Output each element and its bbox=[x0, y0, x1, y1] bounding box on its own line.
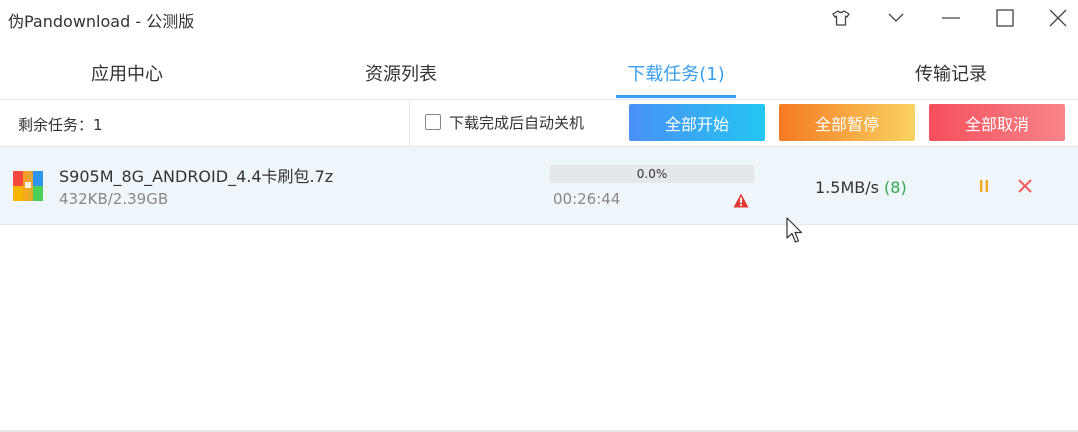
tshirt-icon[interactable] bbox=[825, 4, 857, 32]
tab-resource-list[interactable]: 资源列表 bbox=[360, 60, 442, 90]
tab-download-tasks[interactable]: 下载任务(1) bbox=[616, 60, 736, 90]
title-bar: 伪Pandownload - 公测版 bbox=[0, 0, 1078, 38]
warning-icon[interactable] bbox=[733, 193, 749, 208]
task-file-name: S905M_8G_ANDROID_4.4卡刷包.7z bbox=[59, 167, 334, 186]
tshirt-icon-svg bbox=[832, 10, 850, 26]
task-progress-bar: 0.0% bbox=[550, 165, 754, 183]
task-toolbar: 剩余任务：1 下载完成后自动关机 全部开始 全部暂停 全部取消 bbox=[0, 100, 1078, 146]
pause-icon[interactable] bbox=[976, 177, 992, 195]
task-connections: (8) bbox=[884, 178, 907, 197]
auto-shutdown-label: 下载完成后自动关机 bbox=[449, 113, 585, 132]
minimize-icon[interactable] bbox=[935, 4, 967, 32]
cancel-all-button[interactable]: 全部取消 bbox=[929, 104, 1065, 141]
remaining-tasks-label: 剩余任务：1 bbox=[18, 116, 103, 134]
task-row-divider bbox=[0, 224, 1078, 225]
chevron-down-icon[interactable] bbox=[880, 4, 912, 32]
auto-shutdown-option[interactable]: 下载完成后自动关机 bbox=[425, 112, 584, 132]
archive-file-icon bbox=[13, 171, 43, 201]
window-title: 伪Pandownload - 公测版 bbox=[8, 12, 195, 31]
auto-shutdown-checkbox[interactable] bbox=[425, 114, 441, 130]
toolbar-separator bbox=[409, 100, 410, 146]
maximize-icon[interactable] bbox=[989, 4, 1021, 32]
active-tab-indicator bbox=[616, 95, 736, 98]
close-icon-svg bbox=[1049, 9, 1067, 27]
pause-all-button[interactable]: 全部暂停 bbox=[779, 104, 915, 141]
start-all-button[interactable]: 全部开始 bbox=[629, 104, 765, 141]
chevron-down-icon-svg bbox=[888, 13, 904, 22]
close-icon[interactable] bbox=[1042, 4, 1074, 32]
task-speed: 1.5MB/s (8) bbox=[815, 178, 907, 197]
task-row[interactable]: S905M_8G_ANDROID_4.4卡刷包.7z 432KB/2.39GB … bbox=[0, 147, 1078, 224]
tab-app-center[interactable]: 应用中心 bbox=[86, 60, 168, 90]
main-tabs: 应用中心 资源列表 下载任务(1) 传输记录 bbox=[0, 50, 1078, 100]
cancel-task-icon[interactable] bbox=[1017, 178, 1033, 194]
mouse-cursor-icon bbox=[786, 217, 803, 243]
task-progress-text: 0.0% bbox=[636, 167, 668, 181]
task-file-size: 432KB/2.39GB bbox=[59, 190, 169, 208]
task-time-left: 00:26:44 bbox=[553, 190, 621, 208]
tab-transfer-records[interactable]: 传输记录 bbox=[910, 60, 992, 90]
task-speed-value: 1.5MB/s bbox=[815, 178, 879, 197]
minimize-icon-svg bbox=[942, 17, 960, 19]
maximize-icon-svg bbox=[996, 9, 1014, 27]
